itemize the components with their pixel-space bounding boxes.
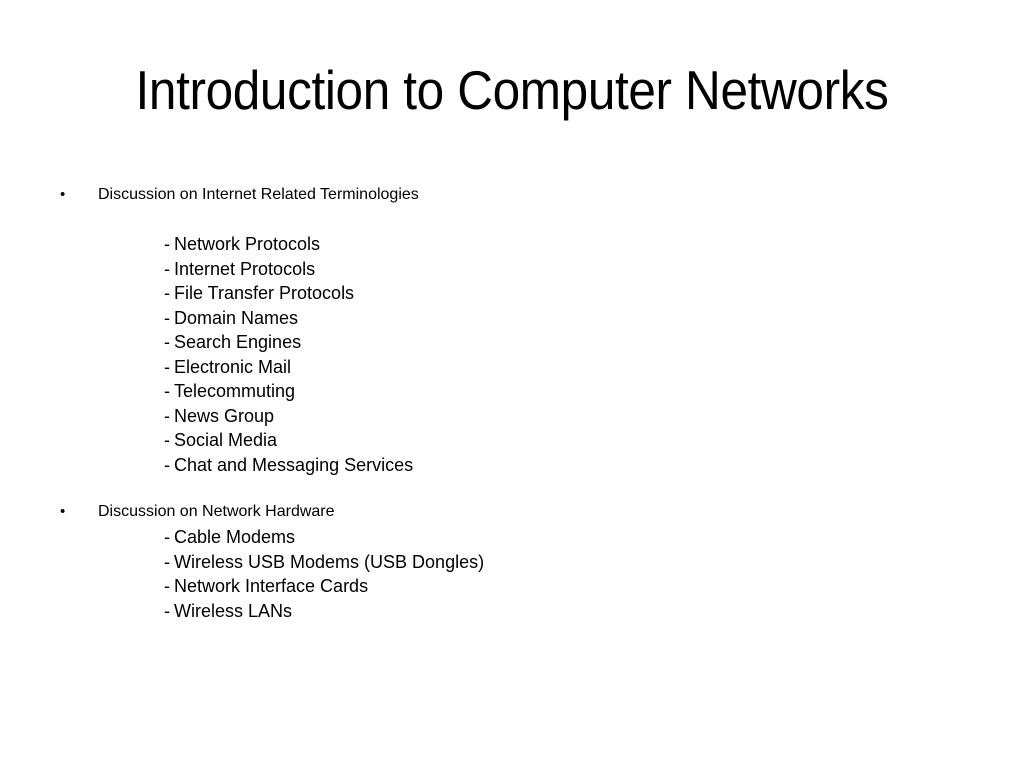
list-item: - Search Engines <box>0 330 1024 355</box>
dash-icon: - <box>164 527 170 547</box>
sub-list-hardware: - Cable Modems - Wireless USB Modems (US… <box>0 525 1024 623</box>
bullet-dot-icon: • <box>60 186 66 203</box>
section-network-hardware: • Discussion on Network Hardware - Cable… <box>0 500 1024 623</box>
list-item-label: Domain Names <box>174 307 299 328</box>
list-item-label: Social Media <box>174 430 278 450</box>
list-item-label: Search Engines <box>174 332 302 352</box>
list-item-label: Chat and Messaging Services <box>174 454 414 475</box>
dash-icon: - <box>164 576 170 596</box>
sub-list-terminologies: - Network Protocols - Internet Protocols… <box>0 232 1024 477</box>
dash-icon: - <box>164 430 170 450</box>
dash-icon: - <box>164 600 170 621</box>
list-item: - File Transfer Protocols <box>0 281 1024 306</box>
bullet-label-terminologies: Discussion on Internet Related Terminolo… <box>98 186 419 203</box>
bullet-line-hardware: • Discussion on Network Hardware <box>0 500 1024 523</box>
list-item-label: Wireless USB Modems (USB Dongles) <box>174 551 485 572</box>
dash-icon: - <box>164 551 170 572</box>
section-internet-terminologies: • Discussion on Internet Related Termino… <box>0 183 1024 477</box>
dash-icon: - <box>164 405 170 426</box>
list-item-label: Telecommuting <box>174 381 296 401</box>
dash-icon: - <box>164 307 170 328</box>
list-item: - Cable Modems <box>0 525 1024 550</box>
dash-icon: - <box>164 332 170 352</box>
list-item: - Wireless LANs <box>0 599 1024 624</box>
bullet-dot-icon: • <box>60 503 66 520</box>
list-item: - Social Media <box>0 428 1024 453</box>
list-item: - Network Protocols <box>0 232 1024 257</box>
dash-icon: - <box>164 283 170 303</box>
list-item: - Telecommuting <box>0 379 1024 404</box>
dash-icon: - <box>164 234 170 254</box>
list-item-label: Wireless LANs <box>174 600 293 621</box>
list-item-label: Network Interface Cards <box>174 576 369 596</box>
list-item: - Domain Names <box>0 306 1024 331</box>
list-item-label: File Transfer Protocols <box>174 283 355 303</box>
list-item-label: Cable Modems <box>174 527 296 547</box>
list-item: - News Group <box>0 404 1024 429</box>
list-item: - Internet Protocols <box>0 257 1024 282</box>
dash-icon: - <box>164 258 170 279</box>
slide-body: • Discussion on Internet Related Termino… <box>0 0 1024 768</box>
list-item-label: Network Protocols <box>174 234 321 254</box>
list-item: - Wireless USB Modems (USB Dongles) <box>0 550 1024 575</box>
list-item-label: News Group <box>174 405 275 426</box>
dash-icon: - <box>164 356 170 377</box>
list-item: - Electronic Mail <box>0 355 1024 380</box>
presentation-slide: Introduction to Computer Networks • Disc… <box>0 0 1024 768</box>
bullet-label-hardware: Discussion on Network Hardware <box>98 503 335 520</box>
list-item-label: Internet Protocols <box>174 258 316 279</box>
list-item: - Chat and Messaging Services <box>0 453 1024 478</box>
dash-icon: - <box>164 381 170 401</box>
list-item: - Network Interface Cards <box>0 574 1024 599</box>
bullet-line-terminologies: • Discussion on Internet Related Termino… <box>0 183 1024 206</box>
list-item-label: Electronic Mail <box>174 356 292 377</box>
dash-icon: - <box>164 454 170 475</box>
